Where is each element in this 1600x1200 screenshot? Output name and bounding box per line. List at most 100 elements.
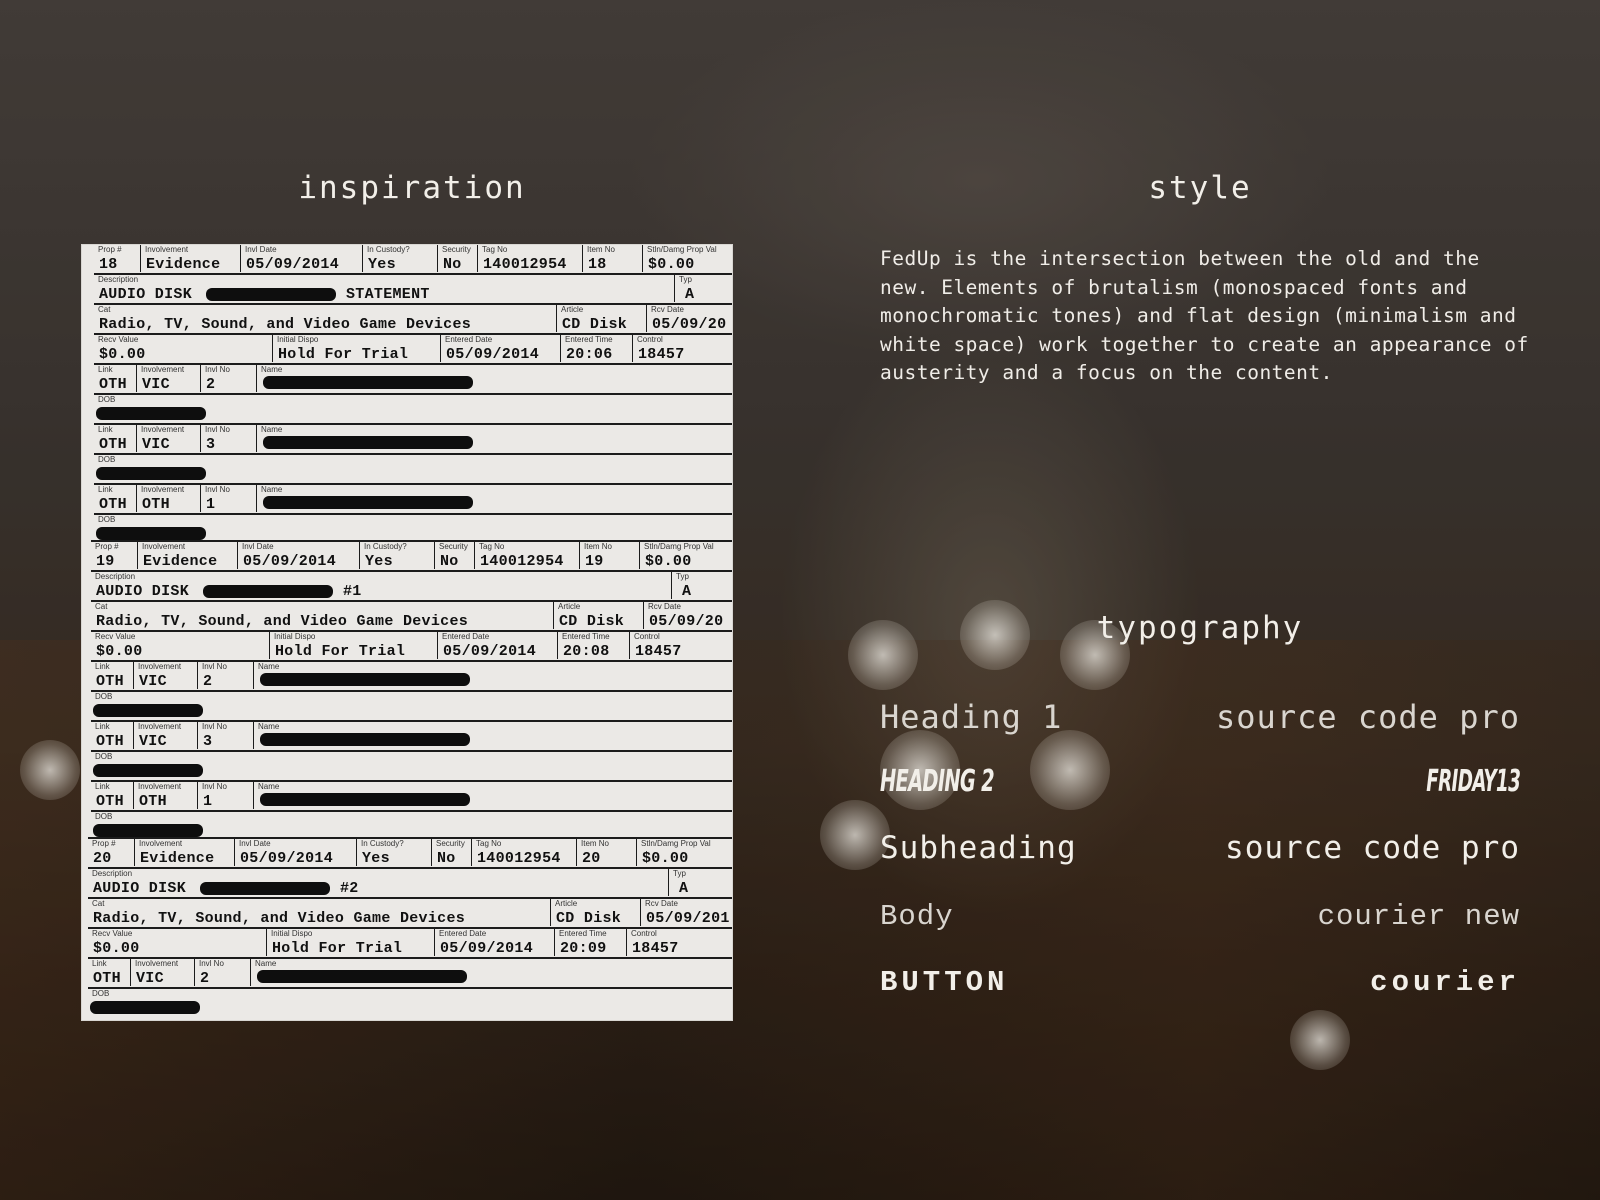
form-field-label: Name	[255, 959, 277, 968]
form-field-value: 05/09/2014	[443, 643, 537, 660]
form-field-label: Invl Date	[242, 542, 274, 551]
form-cell: Description AUDIO DISK #1	[91, 572, 671, 600]
form-cell: Control 18457	[629, 632, 732, 660]
form-field-value: CD Disk	[562, 316, 628, 333]
form-field-value: 05/09/201	[646, 910, 730, 927]
form-cell: Invl No 2	[200, 365, 256, 393]
form-cell: Involvement Evidence	[137, 542, 237, 570]
form-cell: Name	[250, 959, 732, 986]
form-cell: Invl No 1	[197, 782, 253, 810]
form-cell: Prop # 20	[88, 839, 134, 867]
form-field-label: Link	[98, 425, 113, 434]
form-field-value: OTH	[96, 673, 124, 690]
form-row: Cat Radio, TV, Sound, and Video Game Devi…	[88, 897, 732, 928]
form-field-label: Initial Dispo	[277, 335, 319, 344]
form-field-label: Cat	[92, 899, 105, 908]
form-field-label: Prop #	[92, 839, 116, 848]
form-cell: Involvement VIC	[133, 722, 197, 750]
form-field-value: #1	[343, 583, 362, 600]
form-field-label: Tag No	[476, 839, 502, 848]
form-field-label: Recv Value	[92, 929, 133, 938]
form-row: Cat Radio, TV, Sound, and Video Game Devi…	[91, 600, 732, 631]
form-cell: Item No 20	[576, 839, 636, 867]
form-field-value: 20	[93, 850, 112, 867]
form-field-label: DOB	[95, 692, 113, 701]
form-field-value: $0.00	[99, 346, 146, 363]
property-record: Prop # 19 Involvement Evidence Invl Date 05/0…	[91, 540, 732, 840]
form-field-value: A	[685, 286, 695, 303]
form-field-value: OTH	[99, 496, 127, 513]
form-cell: Invl No 3	[200, 425, 256, 453]
form-field-value: Hold For Trial	[272, 940, 403, 957]
form-cell: Link OTH	[91, 782, 133, 810]
form-field-label: Tag No	[479, 542, 505, 551]
form-cell: Link OTH	[94, 365, 136, 393]
form-field-label: Invl No	[205, 425, 230, 434]
form-row: Link OTH Involvement OTH Invl No 1 Name	[91, 780, 732, 811]
form-row: Cat Radio, TV, Sound, and Video Game Devi…	[94, 303, 732, 334]
form-field-value: OTH	[139, 793, 167, 810]
form-field-label: Article	[558, 602, 581, 611]
form-field-value: Yes	[365, 553, 393, 570]
form-field-label: Invl No	[205, 365, 230, 374]
form-cell: Invl No 2	[194, 959, 250, 987]
typography-row: BUTTON courier	[880, 966, 1520, 1010]
form-cell: Involvement OTH	[133, 782, 197, 810]
type-role-heading1: Heading 1	[880, 698, 1063, 736]
form-cell: Security No	[437, 245, 477, 273]
typography-row: Heading 1 source code pro	[880, 698, 1520, 742]
form-field-value: 1	[203, 793, 213, 810]
form-cell: Invl Date 05/09/2014	[234, 839, 356, 867]
form-cell: Involvement VIC	[130, 959, 194, 987]
form-field-value: AUDIO DISK	[99, 286, 193, 303]
style-heading: style	[1148, 170, 1252, 206]
form-cell: Involvement VIC	[136, 365, 200, 393]
form-field-value: Yes	[368, 256, 396, 273]
form-field-value: A	[679, 880, 689, 897]
form-cell: DOB	[94, 515, 732, 542]
form-field-label: Involvement	[145, 245, 189, 254]
form-field-label: Name	[261, 485, 283, 494]
form-field-label: Stln/Damg Prop Val	[641, 839, 711, 848]
form-field-label: Invl No	[202, 722, 227, 731]
evidence-form-image: Prop # 18 Involvement Evidence Invl Date 05/0…	[82, 245, 732, 1020]
form-cell: Invl No 3	[197, 722, 253, 750]
form-field-value: 20:06	[566, 346, 613, 363]
form-cell: Rcv Date 05/09/201	[640, 899, 732, 927]
form-field-label: DOB	[98, 455, 116, 464]
form-field-label: Initial Dispo	[274, 632, 316, 641]
form-field-label: Security	[439, 542, 468, 551]
form-field-value: VIC	[142, 376, 170, 393]
form-field-label: Cat	[98, 305, 111, 314]
form-field-label: Control	[634, 632, 660, 641]
form-field-label: Link	[98, 365, 113, 374]
form-cell: Prop # 18	[94, 245, 140, 273]
form-field-value: Radio, TV, Sound, and Video Game Devices	[99, 316, 472, 333]
redaction-bar	[93, 764, 203, 777]
form-field-value: 05/09/2014	[240, 850, 334, 867]
form-cell: Initial Dispo Hold For Trial	[269, 632, 437, 660]
type-role-heading2: HEADING 2	[880, 764, 995, 799]
form-field-label: Prop #	[95, 542, 119, 551]
form-field-label: Involvement	[139, 839, 183, 848]
form-field-label: Article	[555, 899, 578, 908]
form-field-value: Evidence	[140, 850, 215, 867]
form-cell: Tag No 140012954	[477, 245, 582, 273]
form-field-value: 2	[203, 673, 213, 690]
form-row: Recv Value $0.00 Initial Dispo Hold For Tri…	[91, 630, 732, 661]
property-record: Prop # 20 Involvement Evidence Invl Date 05/0…	[88, 837, 732, 1020]
form-cell: Rcv Date 05/09/20	[646, 305, 732, 333]
redaction-bar	[260, 793, 470, 806]
form-cell: DOB	[94, 455, 732, 482]
type-role-body: Body	[880, 900, 954, 933]
form-field-value: OTH	[96, 793, 124, 810]
form-cell: Typ A	[668, 869, 732, 897]
form-cell: Typ A	[671, 572, 732, 600]
form-field-label: Invl Date	[245, 245, 277, 254]
form-cell: Recv Value $0.00	[91, 632, 269, 660]
form-cell: DOB	[88, 989, 732, 1016]
form-field-label: Name	[258, 662, 280, 671]
form-cell: Description AUDIO DISK STATEMENT	[94, 275, 674, 303]
form-field-label: Involvement	[141, 365, 185, 374]
form-row: Prop # 19 Involvement Evidence Invl Date 05/0…	[91, 540, 732, 571]
